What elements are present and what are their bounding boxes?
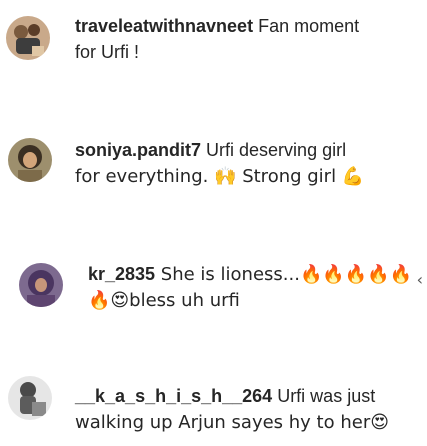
comment-item: soniya.pandit7 Urfi deserving girl for e… [0, 100, 427, 220]
comment-username[interactable]: __k_a_s_h_i_s_h__264 [75, 386, 272, 406]
comment-text: She is lioness...🔥🔥🔥🔥🔥 [155, 264, 413, 285]
comment-item: kr_2835 She is lioness...🔥🔥🔥🔥🔥 🔥😍bless u… [0, 230, 427, 340]
comment-username[interactable]: kr_2835 [88, 264, 155, 284]
comment-text: Urfi deserving girl [201, 140, 347, 160]
user-avatar-icon[interactable] [6, 16, 50, 60]
comment-username[interactable]: traveleatwithnavneet [75, 16, 253, 36]
comment-text-line2: walking up Arjun sayes hy to her😍 [75, 412, 389, 433]
user-avatar-icon[interactable] [8, 138, 52, 182]
comment-item: __k_a_s_h_i_s_h__264 Urfi was just walki… [0, 350, 427, 446]
comment-list: traveleatwithnavneet Fan moment for Urfi… [0, 0, 427, 446]
user-avatar-icon[interactable] [19, 263, 63, 307]
comment-text-line2: 🔥😍bless uh urfi [88, 290, 240, 311]
comment-text-line2: for everything. 🙌 Strong girl 💪 [75, 166, 365, 187]
user-avatar-icon[interactable] [8, 376, 52, 420]
comment-text: Urfi was just [272, 386, 376, 406]
comment-username[interactable]: soniya.pandit7 [75, 140, 201, 160]
comment-item: traveleatwithnavneet Fan moment for Urfi… [0, 0, 427, 100]
comment-text: Fan moment [253, 16, 360, 36]
chevron-left-icon[interactable]: ‹ [417, 270, 423, 289]
comment-text-line2: for Urfi ! [75, 42, 140, 62]
